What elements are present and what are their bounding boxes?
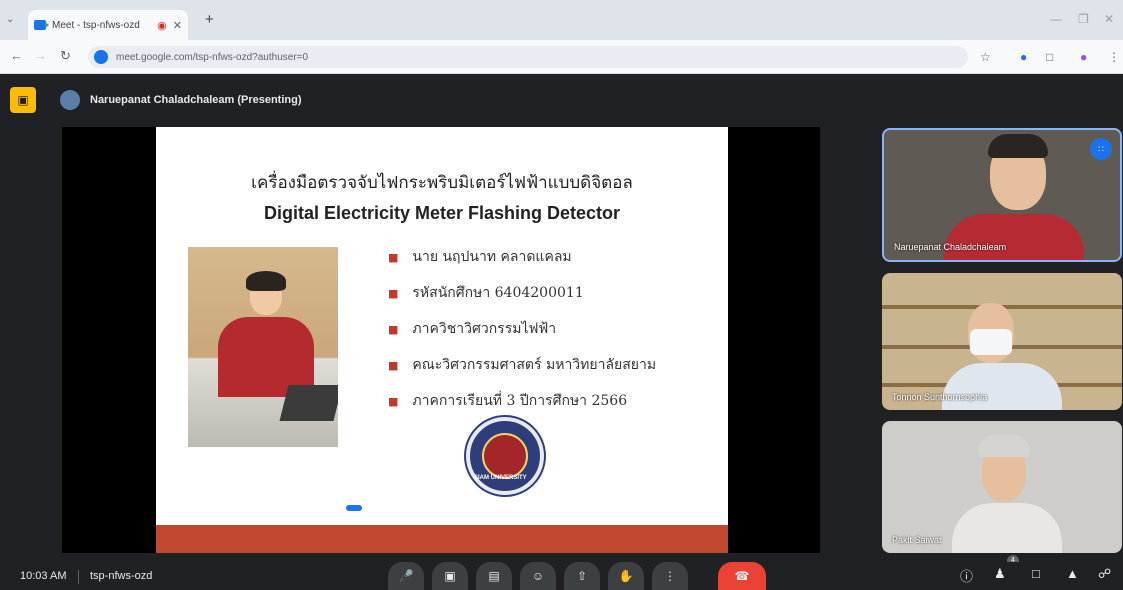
bullet-item: ■ ภาคการเรียนที่ 3 ปีการศึกษา 2566 [388,393,628,409]
host-controls-icon[interactable]: ☍ [1098,566,1111,582]
bullet-item: ■ ภาควิชาวิศวกรรมไฟฟ้า [388,321,557,337]
close-window-icon[interactable]: ✕ [1104,12,1114,26]
more-options-button[interactable]: ⋮ [652,562,688,590]
participant-name: Tonnon Sunthornsophia [892,392,988,402]
profile-avatar[interactable]: ● [1080,50,1087,64]
emoji-icon: ☺ [531,569,545,583]
reload-icon[interactable]: ↻ [60,48,71,64]
slide-footer-button-bar [336,505,362,511]
extension-icon[interactable]: ● [1020,50,1027,64]
restore-icon[interactable]: ❐ [1078,12,1089,26]
presenter-avatar [60,90,80,110]
chat-icon[interactable]: □ [1032,566,1040,581]
presenter-label: Naruepanat Chaladchaleam (Presenting) [90,94,302,106]
slide-footer-band [156,525,728,553]
captions-button[interactable]: ▤ [476,562,512,590]
slide-bullet-list: ■ นาย นฤปนาท คลาดแคลม ■ รหัสนักศึกษา 64042… [388,239,656,419]
present-screen-icon: ⇧ [576,569,588,583]
tab-title: Meet - tsp-nfws-ozd [52,19,140,31]
leave-call-button[interactable]: ☎ [718,562,766,590]
browser-tab[interactable]: Meet - tsp-nfws-ozd ◉ ✕ [28,10,188,40]
microphone-icon: 🎤 [398,569,414,583]
minimize-icon[interactable]: — [1050,12,1062,26]
url-text: meet.google.com/tsp-nfws-ozd?authuser=0 [116,51,309,63]
slide: เครื่องมือตรวจจับไฟกระพริบมิเตอร์ไฟฟ้าแบ… [156,127,728,553]
slide-title-english: Digital Electricity Meter Flashing Detec… [263,203,621,223]
meet-favicon-icon [34,20,49,30]
site-info-icon[interactable] [94,50,108,64]
recording-dot-icon: ◉ [157,19,167,32]
participant-name: Pakit Saiwat [892,535,942,545]
tab-search-icon[interactable]: ⌄ [6,14,14,25]
slide-footer-button[interactable] [346,505,362,511]
raise-hand-button[interactable]: ✋ [608,562,644,590]
back-icon[interactable]: ← [10,48,23,63]
participant-name: Naruepanat Chaladchaleam [894,242,1007,252]
activities-icon[interactable]: ▲ [1066,566,1079,581]
bullet-item: ■ นาย นฤปนาท คลาดแคลม [388,249,572,265]
camera-button[interactable]: ▣ [432,562,468,590]
participant-tile[interactable]: Pakit Saiwat [882,421,1122,553]
meeting-code: tsp-nfws-ozd [90,570,153,582]
meeting-clock: 10:03 AM [20,570,67,582]
browser-menu-icon[interactable]: ⋮ [1108,50,1120,64]
more-vertical-icon: ⋮ [664,569,676,583]
address-bar[interactable]: meet.google.com/tsp-nfws-ozd?authuser=0 [88,46,968,68]
microphone-button[interactable]: 🎤 [388,562,424,590]
presenting-icon[interactable]: ▣ [10,87,36,113]
bookmark-star-icon[interactable]: ☆ [980,50,991,64]
close-tab-icon[interactable]: ✕ [173,19,182,32]
participant-tile[interactable]: Tonnon Sunthornsophia [882,273,1122,410]
hand-icon: ✋ [618,569,634,583]
browser-tab-strip: ⌄ Meet - tsp-nfws-ozd ◉ ✕ + — ❐ ✕ [0,0,1123,40]
participant-tile[interactable]: ∷ Naruepanat Chaladchaleam [882,128,1122,262]
meet-control-bar: 10:03 AM tsp-nfws-ozd 🎤 ▣ ▤ ☺ ⇧ ✋ ⋮ ☎ ⓘ … [0,562,1123,590]
reactions-button[interactable]: ☺ [520,562,556,590]
seal-text: SIAM UNIVERSITY [474,475,527,481]
meet-window: ▣ Naruepanat Chaladchaleam (Presenting) … [0,75,1123,590]
slide-title-thai: เครื่องมือตรวจจับไฟกระพริบมิเตอร์ไฟฟ้าแบ… [251,173,633,193]
speaking-indicator-icon: ∷ [1090,138,1112,160]
presentation-stage: เครื่องมือตรวจจับไฟกระพริบมิเตอร์ไฟฟ้าแบ… [62,127,820,553]
people-icon[interactable]: ♟ [994,566,1006,582]
extensions-puzzle-icon[interactable]: □ [1046,50,1053,64]
browser-toolbar: ← → ↻ meet.google.com/tsp-nfws-ozd?authu… [0,40,1123,74]
bullet-item: ■ รหัสนักศึกษา 6404200011 [388,285,584,301]
info-icon[interactable]: ⓘ [960,566,973,585]
new-tab-button[interactable]: + [205,11,214,28]
student-photo [188,247,338,447]
university-seal [466,417,544,495]
hang-up-icon: ☎ [734,569,750,583]
captions-icon: ▤ [488,569,500,583]
forward-icon[interactable]: → [34,48,47,63]
camera-icon: ▣ [444,569,456,583]
presenter-bar: ▣ Naruepanat Chaladchaleam (Presenting) [10,87,302,113]
bullet-item: ■ คณะวิศวกรรมศาสตร์ มหาวิทยาลัยสยาม [388,357,657,373]
present-button[interactable]: ⇧ [564,562,600,590]
